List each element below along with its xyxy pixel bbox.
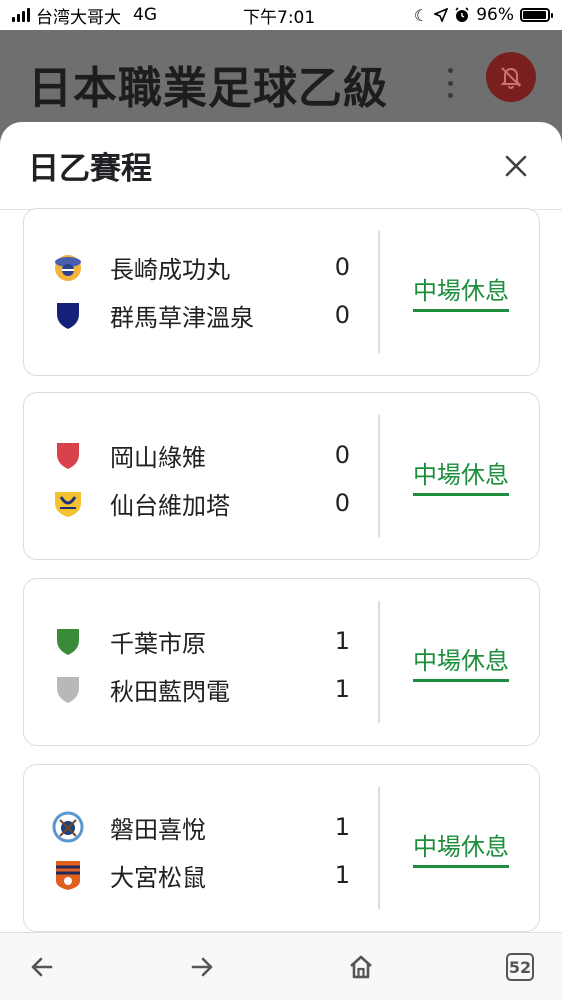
- close-icon: [505, 155, 527, 176]
- match-card[interactable]: 千葉市原 1 秋田藍閃電 1 中場休息: [23, 578, 540, 746]
- moon-icon: ☾: [413, 5, 429, 25]
- chiba-shield-icon: [52, 625, 84, 657]
- team-name: 群馬草津溫泉: [110, 303, 254, 332]
- team-score: 1: [334, 813, 350, 841]
- team-score: 0: [334, 301, 350, 329]
- divider: [378, 231, 380, 353]
- home-button[interactable]: [341, 947, 381, 987]
- tabs-count: 52: [506, 953, 534, 981]
- close-button[interactable]: [496, 146, 536, 186]
- home-team-row: 千葉市原 1: [52, 621, 352, 661]
- team-score: 0: [334, 489, 350, 517]
- team-score: 0: [334, 441, 350, 469]
- match-status-link[interactable]: 中場休息: [413, 455, 509, 496]
- status-bar: 台湾大哥大 4G 下午7:01 ☾ 96%: [0, 0, 562, 30]
- match-card[interactable]: 磐田喜悅 1 大宮松鼠 1 中場休息: [23, 764, 540, 932]
- alarm-icon: [455, 7, 469, 22]
- divider: [378, 787, 380, 909]
- okayama-shield-icon: [52, 439, 84, 471]
- status-left: 台湾大哥大 4G: [12, 3, 157, 28]
- away-team-row: 秋田藍閃電 1: [52, 669, 352, 709]
- carrier-label: 台湾大哥大: [36, 7, 121, 28]
- back-button[interactable]: [22, 947, 62, 987]
- browser-bottom-nav: 52: [0, 932, 562, 1000]
- more-options-icon: [442, 68, 458, 98]
- away-team-row: 群馬草津溫泉 0: [52, 295, 352, 335]
- team-name: 磐田喜悅: [110, 815, 206, 844]
- gunma-shield-icon: [52, 299, 84, 331]
- home-team-row: 磐田喜悅 1: [52, 807, 352, 847]
- match-status-link[interactable]: 中場休息: [413, 641, 509, 682]
- team-score: 1: [334, 627, 350, 655]
- team-score: 1: [334, 861, 350, 889]
- match-status-link[interactable]: 中場休息: [413, 827, 509, 868]
- status-right: ☾ 96%: [413, 5, 553, 25]
- away-team-row: 大宮松鼠 1: [52, 855, 352, 895]
- sheet-title: 日乙賽程: [28, 151, 152, 187]
- divider: [378, 415, 380, 537]
- arrow-left-icon: [31, 957, 53, 977]
- sendai-crest-icon: [52, 487, 84, 519]
- match-status-link[interactable]: 中場休息: [413, 271, 509, 312]
- home-icon: [350, 955, 372, 979]
- iwata-crest-icon: [52, 811, 84, 843]
- team-name: 秋田藍閃電: [110, 677, 230, 706]
- team-name: 千葉市原: [110, 629, 206, 658]
- location-icon: [434, 8, 449, 22]
- match-card[interactable]: 岡山綠雉 0 仙台維加塔 0 中場休息: [23, 392, 540, 560]
- clock: 下午7:01: [243, 7, 316, 28]
- arrow-right-icon: [191, 957, 213, 977]
- team-name: 仙台維加塔: [110, 491, 230, 520]
- sheet-header: 日乙賽程: [0, 122, 562, 210]
- omiya-crest-icon: [52, 859, 84, 891]
- tabs-button[interactable]: 52: [500, 947, 540, 987]
- divider: [378, 601, 380, 723]
- home-team-row: 長崎成功丸 0: [52, 247, 352, 287]
- match-card[interactable]: 長崎成功丸 0 群馬草津溫泉 0 中場休息: [23, 208, 540, 376]
- team-name: 岡山綠雉: [110, 443, 206, 472]
- schedule-sheet: 日乙賽程 長崎成功丸 0 群馬草津溫泉 0 中場休息 岡山綠雉 0 仙台維加塔 …: [0, 122, 562, 932]
- home-team-row: 岡山綠雉 0: [52, 435, 352, 475]
- away-team-row: 仙台維加塔 0: [52, 483, 352, 523]
- network-label: 4G: [133, 5, 157, 25]
- team-name: 大宮松鼠: [110, 863, 206, 892]
- nagasaki-crest-icon: [52, 251, 84, 283]
- team-score: 1: [334, 675, 350, 703]
- battery-percent: 96%: [476, 5, 514, 25]
- forward-button[interactable]: [182, 947, 222, 987]
- background-page-title: 日本職業足球乙級: [28, 63, 388, 114]
- team-name: 長崎成功丸: [110, 255, 230, 284]
- team-score: 0: [334, 253, 350, 281]
- notification-bell-icon: [486, 52, 536, 102]
- battery-fill: [523, 11, 547, 19]
- akita-shield-icon: [52, 673, 84, 705]
- battery-icon: [520, 8, 553, 22]
- signal-icon: [12, 8, 30, 22]
